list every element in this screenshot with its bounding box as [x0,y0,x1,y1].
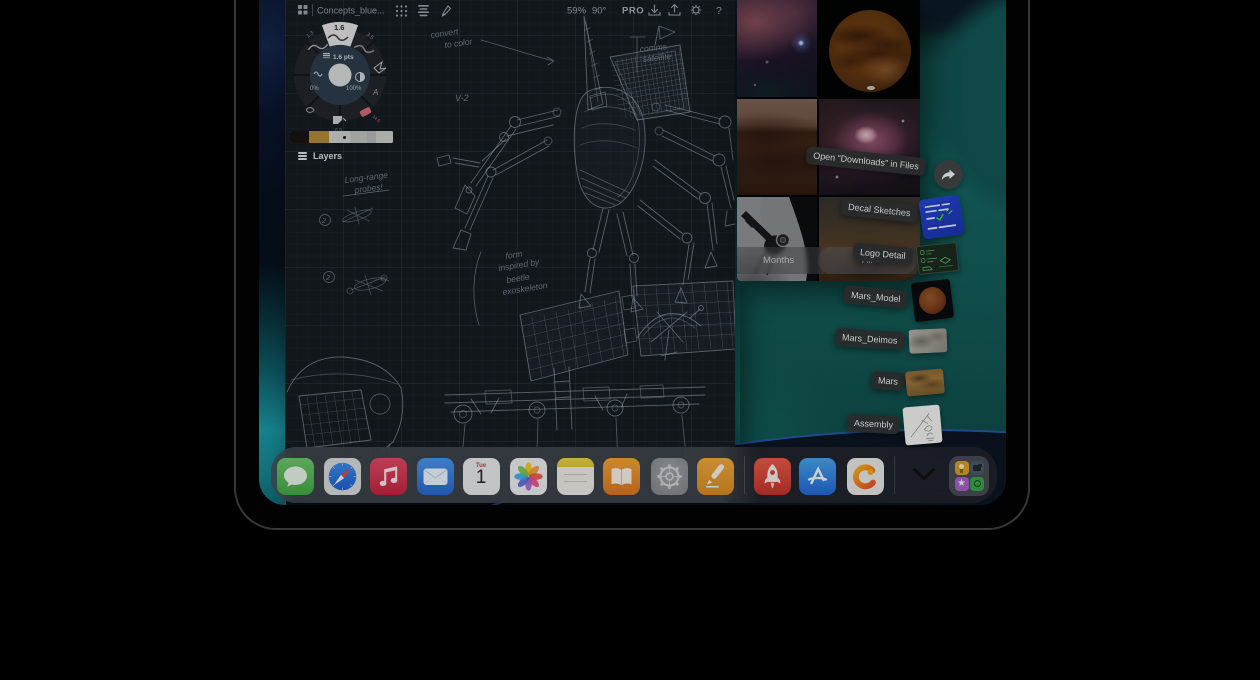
svg-text:A: A [372,88,378,97]
svg-text:?: ? [716,5,722,17]
svg-text:1.6: 1.6 [334,23,344,32]
svg-text:V-2: V-2 [455,93,469,103]
svg-text:14.5: 14.5 [371,114,381,124]
svg-text:inspired by: inspired by [498,257,541,273]
svg-text:to color: to color [444,36,474,50]
svg-text:100%: 100% [346,86,362,92]
svg-text:90°: 90° [592,6,607,17]
svg-text:PRO: PRO [622,6,644,17]
svg-text:1.6 pts: 1.6 pts [333,54,354,61]
svg-text:59%: 59% [567,6,587,17]
svg-text:0%: 0% [310,86,319,92]
